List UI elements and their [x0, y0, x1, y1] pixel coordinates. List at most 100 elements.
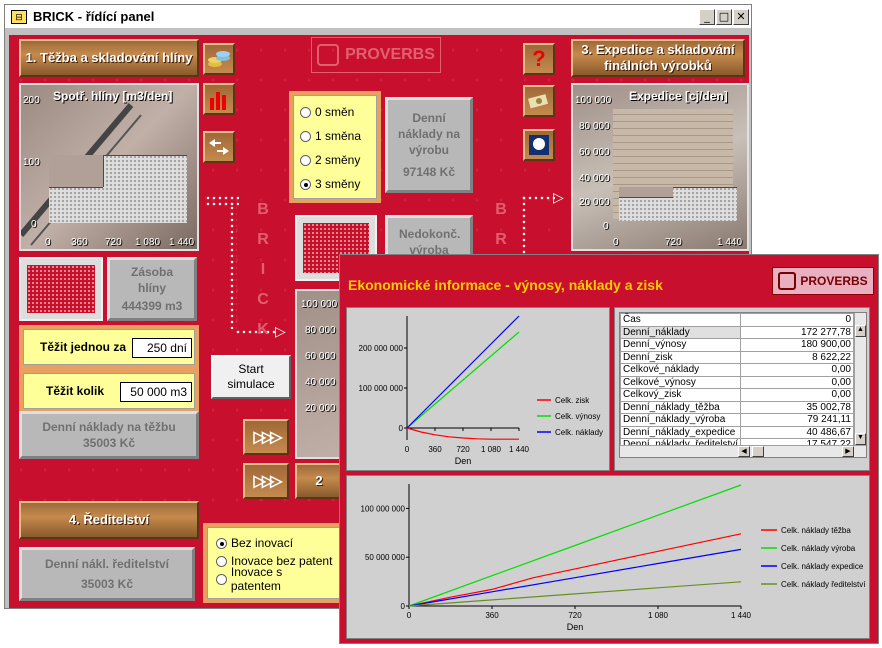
chart-expedice: Expedice [cj/den] 100 000 80 000 60 000 … [571, 83, 749, 251]
section-expedice-header[interactable]: 3. Expedice a skladování finálních výrob… [571, 39, 745, 77]
shift-option-3[interactable]: 3 směny [300, 172, 370, 196]
series-line [408, 533, 742, 607]
scroll-down-icon[interactable]: ▼ [855, 433, 866, 445]
table-row: Celkové_náklady 0,00 [619, 363, 854, 377]
fast-forward-button-2[interactable]: ▷▷▷ [243, 463, 289, 499]
tezit-kolik-frame: Těžit kolik 50 000 m3 [19, 369, 199, 413]
expedice-area-notch [619, 187, 673, 197]
data-table-panel: Čas 0 Denní_náklady 172 277,78 Denní_výnos… [614, 307, 870, 471]
shift-radio-2[interactable] [300, 154, 311, 166]
head-icon[interactable] [523, 129, 555, 161]
window-title: BRICK - řídící panel [33, 9, 155, 24]
x-tick-label: 360 [485, 611, 499, 620]
y-tick-label: 200 000 000 [359, 344, 404, 353]
shift-option-label: 1 směna [315, 129, 362, 143]
start-simulation-button[interactable]: Start simulace [211, 355, 291, 399]
app-icon: ⊟ [11, 9, 27, 24]
flow-arrow-icon: ▷ [553, 189, 564, 205]
tezit-jednou-input[interactable]: 250 dní [132, 338, 192, 358]
coins-icon[interactable] [203, 43, 235, 75]
table-cell-value: 0,00 [740, 388, 854, 402]
shift-radio-1[interactable] [300, 130, 311, 142]
shift-option-label: 0 směn [315, 105, 355, 119]
tezba-x-tick: 720 [105, 237, 122, 248]
section-reditelstvi-header[interactable]: 4. Ředitelství [19, 501, 199, 539]
table-cell-value: 172 277,78 [740, 325, 854, 339]
scroll-right-icon[interactable]: ▶ [842, 446, 854, 457]
shift-option-0[interactable]: 0 směn [300, 100, 370, 124]
maximize-button[interactable]: □ [716, 9, 732, 25]
tezba-y-tick: 100 [23, 157, 40, 168]
table-row: Denní_zisk 8 622,22 [619, 350, 854, 364]
table-cell-value: 79 241,11 [740, 413, 854, 427]
fast-forward-button[interactable]: ▷▷▷ [243, 419, 289, 455]
expedice-y-tick: 20 000 [579, 197, 610, 208]
partial-wood-box: 2 [295, 463, 343, 499]
x-tick-label: 0 [407, 611, 412, 620]
legend-label: Celk. náklady těžba [781, 526, 851, 535]
inovace-option-0[interactable]: Bez inovací [216, 534, 334, 552]
table-cell-label: Celkové_náklady [619, 363, 742, 377]
daily-mining-cost-value: 35003 Kč [82, 436, 136, 450]
shift-option-1[interactable]: 1 směna [300, 124, 370, 148]
shift-selector: 0 směn 1 směna 2 směny 3 směny [293, 95, 377, 199]
close-button[interactable]: ✕ [733, 9, 749, 25]
expedice-y-tick: 80 000 [579, 121, 610, 132]
section-tezba-header[interactable]: 1. Těžba a skladování hlíny [19, 39, 199, 77]
shift-option-2[interactable]: 2 směny [300, 148, 370, 172]
inovace-option-2[interactable]: Inovace s patentem [216, 565, 334, 593]
inovace-radio-2[interactable] [216, 573, 227, 585]
scroll-up-icon[interactable]: ▲ [855, 325, 866, 337]
scroll-thumb[interactable] [752, 446, 764, 457]
daily-direction-cost-value: 35003 Kč [80, 577, 134, 591]
expedice-y-tick: 0 [603, 221, 609, 232]
brick-letters: B R I C K [253, 195, 273, 345]
vertical-scrollbar[interactable]: ▲ ▼ [854, 313, 866, 445]
table-cell-label: Celkový_zisk [619, 388, 742, 402]
money-icon[interactable] [523, 85, 555, 117]
minimize-button[interactable]: _ [699, 9, 715, 25]
brick-letter: I [260, 261, 266, 278]
expedice-y-tick: 40 000 [579, 173, 610, 184]
arrows-icon[interactable] [203, 131, 235, 163]
y-tick-label: 0 [401, 602, 406, 611]
daily-mining-cost-label: Denní náklady na těžbu [42, 420, 176, 434]
expedice-y-tick: 60 000 [579, 147, 610, 158]
zasoba-chart [19, 257, 103, 321]
table-cell-value: 35 002,78 [740, 400, 854, 414]
title-bar[interactable]: ⊟ BRICK - řídící panel _ □ ✕ [5, 5, 751, 29]
econ-title: Ekonomické informace - výnosy, náklady a… [348, 277, 663, 293]
x-tick-label: 1 080 [648, 611, 669, 620]
vyroba-y-tick: 100 000 [301, 299, 338, 310]
help-icon[interactable]: ? [523, 43, 555, 75]
x-tick-label: 0 [405, 445, 410, 454]
table-row: Denní_náklady_výroba 79 241,11 [619, 413, 854, 427]
legend-label: Celk. výnosy [555, 412, 600, 421]
horizontal-scrollbar[interactable]: ◀ ▶ [620, 445, 866, 457]
tezit-jednou-frame: Těžit jednou za 250 dní [19, 325, 199, 369]
shift-radio-0[interactable] [300, 106, 311, 118]
legend-label: Celk. náklady [555, 428, 603, 437]
bar-chart-icon[interactable] [203, 83, 235, 115]
chart-expedice-title: Expedice [cj/den] [629, 89, 728, 103]
brick-letter: B [257, 201, 269, 218]
expedice-y-tick: 100 000 [575, 95, 612, 106]
shift-radio-3[interactable] [300, 178, 311, 190]
scroll-left-icon[interactable]: ◀ [738, 446, 750, 457]
brick-letter: B [495, 201, 507, 218]
daily-direction-cost-label: Denní nákl. ředitelství [44, 557, 170, 571]
tezba-x-tick: 360 [71, 237, 88, 248]
tezit-jednou-panel: Těžit jednou za 250 dní [23, 329, 195, 365]
tezba-area-notch [49, 155, 103, 187]
table-cell-label: Denní_náklady [619, 325, 742, 339]
shift-option-label: 2 směny [315, 153, 361, 167]
tezit-kolik-panel: Těžit kolik 50 000 m3 [23, 373, 195, 409]
inovace-radio-1[interactable] [216, 555, 227, 567]
chart-tezba-title: Spotř. hlíny [m3/den] [53, 89, 173, 103]
data-table: Čas 0 Denní_náklady 172 277,78 Denní_výnos… [619, 312, 867, 458]
inovace-radio-0[interactable] [216, 537, 227, 549]
zasoba-fill [27, 265, 95, 313]
shift-selector-frame: 0 směn 1 směna 2 směny 3 směny [289, 91, 381, 203]
tezit-kolik-input[interactable]: 50 000 m3 [120, 382, 192, 402]
econ-logo: PROVERBS [772, 267, 874, 295]
